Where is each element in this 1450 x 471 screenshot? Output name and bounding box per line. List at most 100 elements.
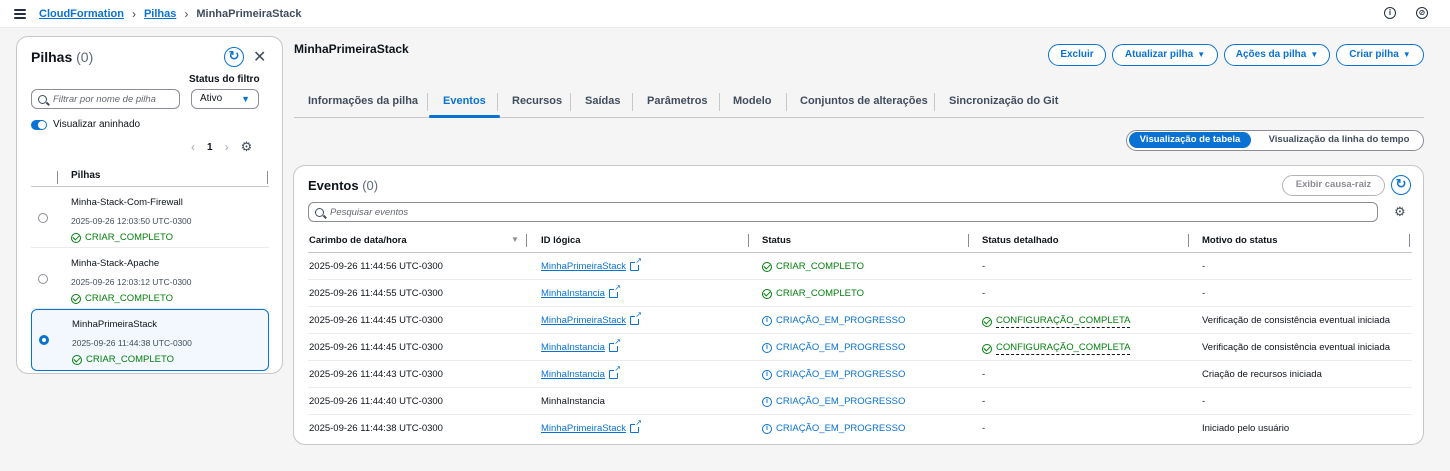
info-circle-icon: i [762,369,772,380]
radio-button[interactable] [38,274,48,284]
settings-icon[interactable]: ⊘ [1416,7,1428,19]
external-link-icon [608,338,621,352]
event-status: CRIAR_COMPLETO [762,288,864,299]
caret-down-icon: ▼ [1197,50,1206,59]
status-filter-select[interactable]: Ativo ▼ [191,89,259,109]
tab-outputs[interactable]: Saídas [571,88,634,117]
table-row: 2025-09-26 11:44:45 UTC-0300 MinhaPrimei… [308,307,1412,334]
close-icon[interactable]: ✕ [253,47,266,67]
event-time: 2025-09-26 11:44:56 UTC-0300 [309,261,443,272]
tab-bar: Informações da pilha Eventos Recursos Sa… [294,88,1424,118]
root-cause-button[interactable]: Exibir causa-raiz [1282,175,1385,196]
events-search-input[interactable]: Pesquisar eventos [308,202,1378,222]
logical-id-link[interactable]: MinhaPrimeiraStack [541,257,642,272]
table-row: 2025-09-26 11:44:55 UTC-0300 MinhaInstan… [308,280,1412,307]
info-icon[interactable]: i [1384,7,1396,19]
radio-button[interactable] [38,213,48,223]
status-reason: Criação de recursos iniciada [1202,369,1322,380]
event-status: i CRIAÇÃO_EM_PROGRESSO [762,315,905,326]
breadcrumb: CloudFormation › Pilhas › MinhaPrimeiraS… [39,7,302,21]
event-time: 2025-09-26 11:44:40 UTC-0300 [309,396,443,407]
page-number[interactable]: 1 [207,142,213,153]
column-header-status[interactable]: Status [762,235,791,246]
event-time: 2025-09-26 11:44:45 UTC-0300 [309,342,443,353]
stack-date: 2025-09-26 12:03:12 UTC-0300 [71,277,192,287]
column-divider [57,171,58,184]
logical-id-link[interactable]: MinhaInstancia [541,338,621,353]
timeline-view-button[interactable]: Visualização da linha do tempo [1259,133,1419,147]
column-header-time[interactable]: Carimbo de data/hora [309,235,407,246]
stacks-panel: Pilhas (0) ↻ ✕ Status do filtro Filtrar … [16,36,283,374]
gear-icon[interactable]: ⚙ [241,139,253,155]
tab-template[interactable]: Modelo [719,88,786,117]
column-divider [748,234,749,247]
stacks-column-header: Pilhas [31,167,269,187]
stack-status: CRIAR_COMPLETO [71,232,173,243]
caret-down-icon: ▼ [241,94,250,104]
event-time: 2025-09-26 11:44:38 UTC-0300 [309,423,443,434]
event-status: i CRIAÇÃO_EM_PROGRESSO [762,342,905,353]
table-row: 2025-09-26 11:44:45 UTC-0300 MinhaInstan… [308,334,1412,361]
update-stack-button[interactable]: Atualizar pilha ▼ [1112,44,1218,66]
event-time: 2025-09-26 11:44:45 UTC-0300 [309,315,443,326]
stack-date: 2025-09-26 12:03:50 UTC-0300 [71,216,192,226]
check-circle-icon [982,343,992,354]
filter-label: Status do filtro [189,74,260,85]
logical-id-link[interactable]: MinhaInstancia [541,365,621,380]
info-circle-icon: i [762,342,772,353]
event-time: 2025-09-26 11:44:43 UTC-0300 [309,369,443,380]
table-view-button[interactable]: Visualização de tabela [1129,132,1251,148]
column-divider [968,234,969,247]
column-header-label: Pilhas [71,170,101,181]
refresh-icon[interactable]: ↻ [224,47,244,67]
tab-change-sets[interactable]: Conjuntos de alterações [786,88,942,117]
tab-events[interactable]: Eventos [429,88,500,118]
stack-search-input[interactable]: Filtrar por nome de pilha [31,89,180,109]
refresh-icon[interactable]: ↻ [1391,175,1411,195]
stack-name: Minha-Stack-Apache [71,258,160,269]
chevron-right-icon: › [184,6,189,21]
delete-button[interactable]: Excluir [1048,44,1106,66]
breadcrumb-cloudformation[interactable]: CloudFormation [39,8,124,20]
create-stack-button[interactable]: Criar pilha ▼ [1336,44,1424,66]
event-status: i CRIAÇÃO_EM_PROGRESSO [762,396,905,407]
status-reason: Verificação de consistência eventual ini… [1202,342,1391,353]
stack-row-selected[interactable]: MinhaPrimeiraStack 2025-09-26 11:44:38 U… [31,309,269,371]
tab-resources[interactable]: Recursos [498,88,576,117]
check-circle-icon [71,293,81,304]
column-divider [1188,234,1189,247]
chevron-left-icon[interactable]: ‹ [191,140,195,154]
chevron-right-icon: › [131,6,136,21]
stack-row[interactable]: Minha-Stack-Com-Firewall 2025-09-26 12:0… [31,188,269,248]
event-time: 2025-09-26 11:44:55 UTC-0300 [309,288,443,299]
sort-down-icon[interactable]: ▼ [511,235,519,244]
detailed-status[interactable]: CONFIGURAÇÃO_COMPLETA [982,315,1131,328]
caret-down-icon: ▼ [1310,50,1319,59]
logical-id-link[interactable]: MinhaPrimeiraStack [541,311,642,326]
tab-git-sync[interactable]: Sincronização do Git [935,88,1072,117]
info-circle-icon: i [762,396,772,407]
column-header-logical-id[interactable]: ID lógica [541,235,581,246]
nested-toggle[interactable] [31,119,47,130]
external-link-icon [630,311,642,325]
gear-icon[interactable]: ⚙ [1394,204,1406,220]
table-row: 2025-09-26 11:44:38 UTC-0300 MinhaPrimei… [308,415,1412,442]
menu-icon[interactable] [14,8,26,19]
check-circle-icon [71,232,81,243]
tab-stack-info[interactable]: Informações da pilha [294,88,432,117]
event-status: CRIAR_COMPLETO [762,261,864,272]
breadcrumb-pilhas[interactable]: Pilhas [144,8,176,20]
column-divider [526,234,527,247]
stack-row[interactable]: Minha-Stack-Apache 2025-09-26 12:03:12 U… [31,249,269,309]
top-navigation: CloudFormation › Pilhas › MinhaPrimeiraS… [0,0,1450,28]
logical-id-link[interactable]: MinhaPrimeiraStack [541,419,642,434]
logical-id-link[interactable]: MinhaInstancia [541,284,621,299]
detailed-status[interactable]: CONFIGURAÇÃO_COMPLETA [982,342,1131,355]
tab-divider [427,93,428,111]
radio-button-selected[interactable] [39,335,49,345]
chevron-right-icon[interactable]: › [225,140,229,154]
stack-actions-button[interactable]: Ações da pilha ▼ [1224,44,1330,66]
tab-parameters[interactable]: Parâmetros [633,88,722,117]
column-header-detailed-status[interactable]: Status detalhado [982,235,1059,246]
column-header-reason[interactable]: Motivo do status [1202,235,1277,246]
